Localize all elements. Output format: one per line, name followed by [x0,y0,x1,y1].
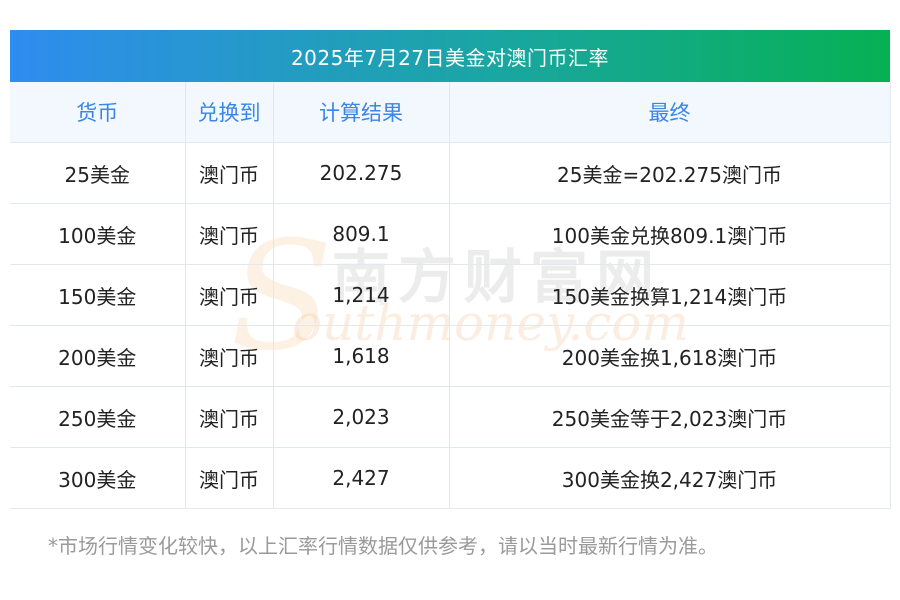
cell-target: 澳门币 [184,325,273,387]
table-row: 200美金 澳门币 1,618 200美金换1,618澳门币 [10,325,891,387]
cell-result: 809.1 [272,203,449,265]
header-row: 货币 兑换到 计算结果 最终 [10,82,891,143]
rate-table: 货币 兑换到 计算结果 最终 25美金 澳门币 202.275 25美金=202… [10,82,891,509]
table-row: 100美金 澳门币 809.1 100美金兑换809.1澳门币 [10,203,891,265]
cell-currency: 200美金 [10,325,185,387]
header-result: 计算结果 [272,82,449,143]
cell-final: 25美金=202.275澳门币 [448,142,891,204]
cell-currency: 25美金 [10,142,185,204]
cell-final: 300美金换2,427澳门币 [448,447,891,509]
header-target: 兑换到 [184,82,273,143]
table-row: 25美金 澳门币 202.275 25美金=202.275澳门币 [10,142,891,204]
cell-result: 2,427 [272,447,449,509]
cell-final: 250美金等于2,023澳门币 [448,386,891,448]
cell-target: 澳门币 [184,447,273,509]
disclaimer-note: *市场行情变化较快，以上汇率行情数据仅供参考，请以当时最新行情为准。 [48,534,718,558]
cell-currency: 250美金 [10,386,185,448]
header-final: 最终 [448,82,891,143]
cell-target: 澳门币 [184,386,273,448]
cell-target: 澳门币 [184,142,273,204]
cell-target: 澳门币 [184,203,273,265]
cell-final: 100美金兑换809.1澳门币 [448,203,891,265]
cell-final: 150美金换算1,214澳门币 [448,264,891,326]
cell-result: 1,214 [272,264,449,326]
cell-currency: 100美金 [10,203,185,265]
header-currency: 货币 [10,82,185,143]
table-row: 150美金 澳门币 1,214 150美金换算1,214澳门币 [10,264,891,326]
cell-result: 1,618 [272,325,449,387]
cell-target: 澳门币 [184,264,273,326]
cell-final: 200美金换1,618澳门币 [448,325,891,387]
table-row: 250美金 澳门币 2,023 250美金等于2,023澳门币 [10,386,891,448]
table-title: 2025年7月27日美金对澳门币汇率 [10,30,890,82]
cell-currency: 300美金 [10,447,185,509]
rate-table-container: 2025年7月27日美金对澳门币汇率 货币 兑换到 计算结果 最终 25美金 澳… [10,30,891,509]
cell-result: 2,023 [272,386,449,448]
cell-currency: 150美金 [10,264,185,326]
cell-result: 202.275 [272,142,449,204]
table-row: 300美金 澳门币 2,427 300美金换2,427澳门币 [10,447,891,509]
